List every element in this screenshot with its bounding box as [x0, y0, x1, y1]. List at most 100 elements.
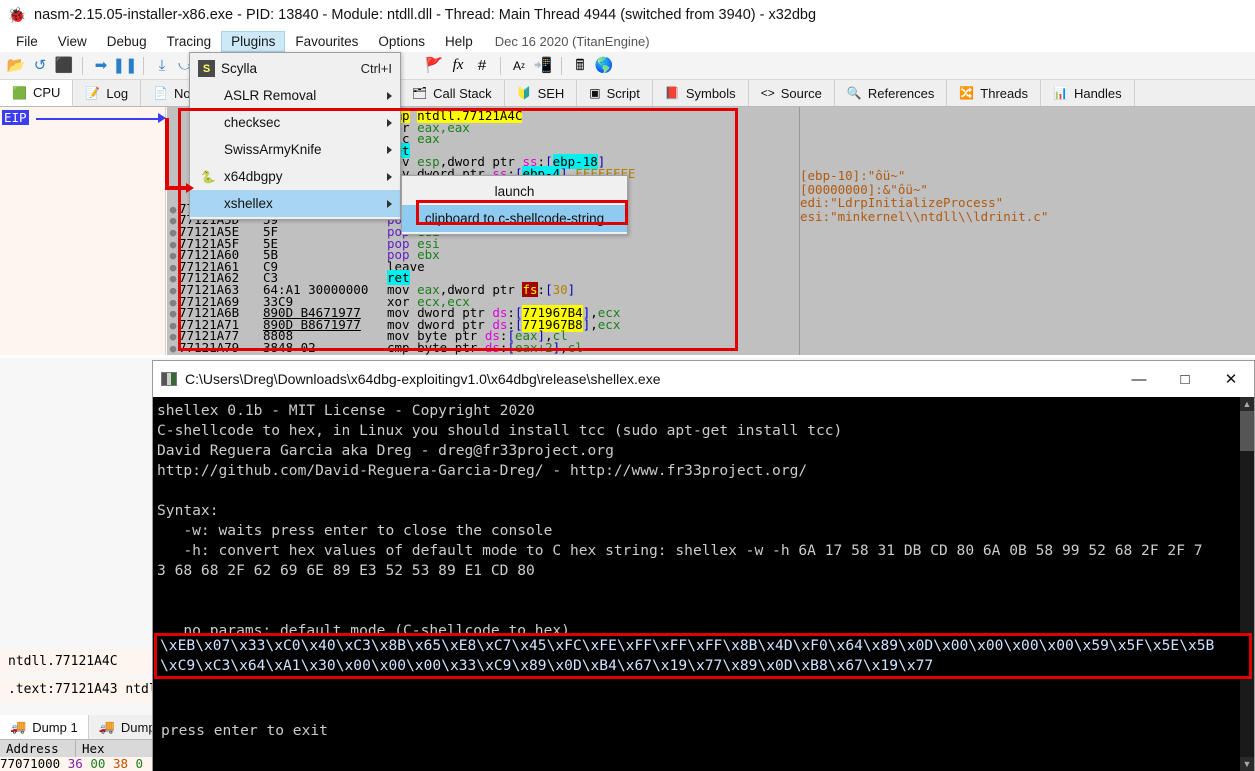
chevron-right-icon: [387, 91, 392, 100]
disasm-row[interactable]: ● 77121A63 64:A1 30000000 mov eax,dword ptr…: [167, 281, 799, 297]
menu-file[interactable]: File: [6, 31, 48, 52]
hash-icon[interactable]: #: [471, 55, 493, 77]
calculator-icon[interactable]: 🖩: [569, 55, 591, 77]
scroll-down-icon[interactable]: ▼: [1240, 757, 1254, 771]
console-title-text: C:\Users\Dreg\Downloads\x64dbg-exploitin…: [185, 371, 661, 387]
menu-item-xshellex[interactable]: xshellex: [190, 190, 400, 217]
tab-script[interactable]: ▣ Script: [577, 80, 653, 106]
xshellex-submenu[interactable]: launch clipboard to c-shellcode-string: [401, 175, 628, 235]
minimize-button[interactable]: —: [1116, 361, 1162, 397]
tab-handles-label: Handles: [1073, 85, 1122, 101]
tab-symbols[interactable]: 📕 Symbols: [652, 80, 749, 106]
function-icon[interactable]: fx: [447, 55, 469, 77]
console-icon: [161, 372, 177, 386]
blank-icon: [198, 87, 218, 105]
menu-tracing[interactable]: Tracing: [157, 31, 222, 52]
blank-icon: [198, 195, 218, 213]
run-icon[interactable]: ➡: [90, 55, 112, 77]
tab-dump-1-label: Dump 1: [32, 719, 78, 735]
handles-icon: 📊: [1053, 86, 1068, 100]
console-footer-line: press enter to exit: [161, 722, 328, 739]
screen: 🐞 nasm-2.15.05-installer-x86.exe - PID: …: [0, 0, 1255, 771]
console-line: shellex 0.1b - MIT License - Copyright 2…: [157, 402, 535, 419]
scrollbar-thumb[interactable]: [1240, 411, 1254, 451]
chevron-right-icon: [387, 145, 392, 154]
tab-references-label: References: [867, 85, 935, 101]
menu-item-aslr-removal[interactable]: ASLR Removal: [190, 82, 400, 109]
menu-item-checksec-label: checksec: [224, 115, 281, 130]
console-line: -w: waits press enter to close the conso…: [157, 522, 553, 539]
dump-col-address[interactable]: Address: [0, 740, 76, 757]
submenu-item-clipboard-to-c-shellcode-string[interactable]: clipboard to c-shellcode-string: [402, 205, 627, 232]
menu-plugins[interactable]: Plugins: [221, 30, 286, 52]
chevron-right-icon: [387, 172, 392, 181]
tab-seh[interactable]: 🔰 SEH: [504, 80, 578, 106]
menu-favourites[interactable]: Favourites: [285, 31, 368, 52]
cpu-icon: 🟩: [12, 85, 27, 100]
build-date-label: Dec 16 2020 (TitanEngine): [494, 33, 650, 49]
console-line: Syntax:: [157, 502, 219, 519]
tab-handles[interactable]: 📊 Handles: [1041, 80, 1135, 106]
console-line: David Reguera Garcia aka Dreg - dreg@fr3…: [157, 442, 614, 459]
stack-icon: 🗂: [411, 86, 428, 100]
toolbar-divider-3: [500, 56, 501, 75]
menu-options[interactable]: Options: [368, 31, 435, 52]
font-icon[interactable]: Az: [508, 55, 530, 77]
maximize-button[interactable]: □: [1162, 361, 1208, 397]
console-output[interactable]: shellex 0.1b - MIT License - Copyright 2…: [153, 397, 1254, 771]
globe-icon[interactable]: 🌎: [593, 55, 615, 77]
dump-icon: 🚚: [10, 719, 27, 734]
tab-cpu[interactable]: 🟩 CPU: [0, 80, 74, 106]
restart-icon[interactable]: ↺: [29, 55, 51, 77]
tab-call-stack-label: Call Stack: [433, 85, 492, 101]
tab-dump-1[interactable]: 🚚 Dump 1: [0, 715, 89, 739]
tab-threads[interactable]: 🔀 Threads: [947, 80, 1041, 106]
tab-log[interactable]: 📝 Log: [73, 80, 142, 106]
menu-help[interactable]: Help: [435, 31, 483, 52]
menu-debug[interactable]: Debug: [97, 31, 157, 52]
scroll-up-icon[interactable]: ▲: [1240, 397, 1254, 411]
menu-item-scylla[interactable]: S Scylla Ctrl+I: [190, 55, 400, 82]
console-line: http://github.com/David-Reguera-Garcia-D…: [157, 462, 808, 479]
close-button[interactable]: ✕: [1208, 361, 1254, 397]
tab-source-label: Source: [780, 85, 822, 101]
info-line-1: [ebp-10]:"ôü~": [800, 168, 906, 183]
disasm-row[interactable]: ● 77121A61 C9 leave: [167, 260, 799, 273]
plugins-dropdown-menu[interactable]: S Scylla Ctrl+I ASLR Removal checksec Sw…: [189, 52, 401, 220]
toolbar-divider-4: [561, 56, 562, 75]
toolbar-divider-2: [143, 56, 144, 75]
chevron-right-icon: [387, 118, 392, 127]
menu-item-aslr-removal-label: ASLR Removal: [224, 88, 317, 103]
tab-call-stack[interactable]: 🗂 Call Stack: [399, 80, 505, 106]
submenu-item-launch[interactable]: launch: [402, 178, 627, 205]
menu-item-x64dbgpy-label: x64dbgpy: [224, 169, 283, 184]
window-title: nasm-2.15.05-installer-x86.exe - PID: 13…: [34, 7, 817, 23]
open-folder-icon[interactable]: 📂: [5, 55, 27, 77]
tab-references[interactable]: 🔍 References: [834, 80, 948, 106]
info-line-4: edi:"LdrpInitializeProcess": [800, 195, 1004, 210]
references-icon: 🔍: [846, 86, 862, 100]
tab-source[interactable]: <> Source: [748, 80, 835, 106]
menu-item-checksec[interactable]: checksec: [190, 109, 400, 136]
menu-item-swissarmyknife[interactable]: SwissArmyKnife: [190, 136, 400, 163]
disasm-row[interactable]: ● 77121A60 5B pop ebx: [167, 248, 799, 261]
disasm-row[interactable]: ● 77121A79 3848 02 cmp byte ptr ds:[eax+2],…: [167, 341, 799, 354]
patch-icon[interactable]: 📲: [532, 55, 554, 77]
menu-item-x64dbgpy[interactable]: 🐍 x64dbgpy: [190, 163, 400, 190]
disasm-row[interactable]: ● 77121A5F 5E pop esi: [167, 237, 799, 250]
info-line-2: [00000000]:&"ôü~": [800, 181, 928, 197]
threads-icon: 🔀: [959, 86, 975, 100]
stop-icon[interactable]: ⬛: [53, 55, 75, 77]
script-icon: ▣: [589, 86, 601, 100]
console-scrollbar[interactable]: ▲ ▼: [1240, 397, 1254, 771]
console-line: 3 68 68 2F 62 69 6E 89 E3 52 53 89 E1 CD…: [157, 562, 535, 579]
bookmark-icon[interactable]: 🚩: [423, 55, 445, 77]
eip-badge: EIP: [2, 110, 29, 125]
pause-icon[interactable]: ❚❚: [112, 55, 137, 77]
step-into-icon[interactable]: ⤓: [151, 55, 173, 77]
shellcode-line-2: \xC9\xC3\x64\xA1\x30\x00\x00\x00\x33\xC9…: [160, 657, 934, 674]
menu-view[interactable]: View: [48, 31, 97, 52]
